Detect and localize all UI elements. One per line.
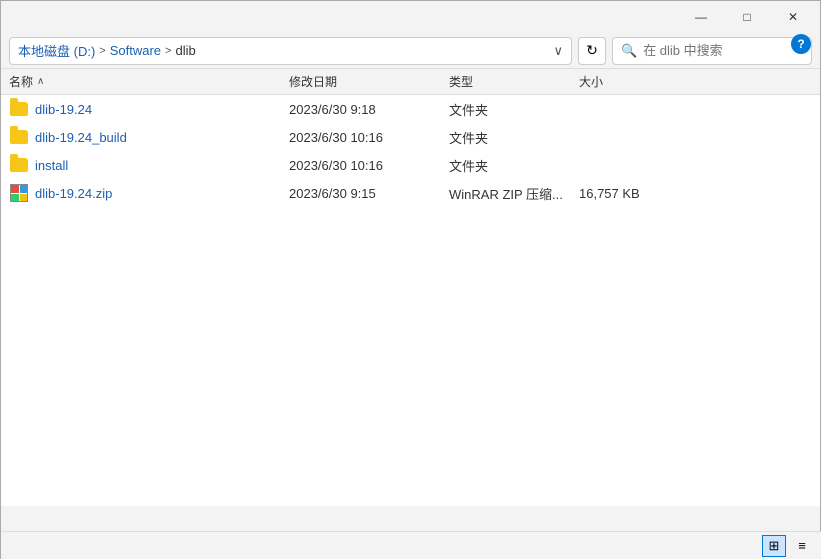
help-button[interactable]: ? (791, 34, 811, 54)
folder-icon (9, 155, 29, 175)
search-area[interactable]: 🔍 (612, 37, 812, 65)
refresh-button[interactable]: ↻ (578, 37, 606, 65)
sort-arrow-icon: ∧ (37, 76, 44, 87)
close-button[interactable]: ✕ (770, 1, 816, 33)
file-date: 2023/6/30 9:15 (289, 186, 449, 201)
file-name: dlib-19.24_build (35, 130, 289, 145)
folder-icon (9, 127, 29, 147)
col-size-label: 大小 (579, 75, 603, 89)
table-row[interactable]: install 2023/6/30 10:16 文件夹 (1, 151, 820, 179)
addressbar: 本地磁盘 (D:) > Software > dlib ∨ ↻ 🔍 (1, 33, 820, 69)
file-type: 文件夹 (449, 100, 579, 119)
table-row[interactable]: dlib-19.24 2023/6/30 9:18 文件夹 (1, 95, 820, 123)
breadcrumb-dlib: dlib (175, 43, 195, 58)
search-input[interactable] (643, 43, 803, 58)
col-name-header[interactable]: 名称 ∧ (9, 73, 289, 90)
breadcrumb-drive[interactable]: 本地磁盘 (D:) (18, 41, 95, 60)
file-type: WinRAR ZIP 压缩... (449, 184, 579, 203)
zip-icon (9, 183, 29, 203)
breadcrumb-sep2: > (165, 45, 171, 57)
file-date: 2023/6/30 10:16 (289, 158, 449, 173)
statusbar: ⊞ ≡ (1, 531, 821, 559)
file-date: 2023/6/30 10:16 (289, 130, 449, 145)
breadcrumb-sep1: > (99, 45, 105, 57)
column-headers: 名称 ∧ 修改日期 类型 大小 (1, 69, 820, 95)
minimize-button[interactable]: — (678, 1, 724, 33)
grid-view-button[interactable]: ⊞ (762, 535, 786, 557)
search-icon: 🔍 (621, 43, 637, 59)
file-name: install (35, 158, 289, 173)
table-row[interactable]: dlib-19.24.zip 2023/6/30 9:15 WinRAR ZIP… (1, 179, 820, 207)
breadcrumb-software[interactable]: Software (110, 43, 161, 58)
file-type: 文件夹 (449, 128, 579, 147)
folder-icon (9, 99, 29, 119)
table-row[interactable]: dlib-19.24_build 2023/6/30 10:16 文件夹 (1, 123, 820, 151)
col-date-label: 修改日期 (289, 75, 337, 89)
col-type-header[interactable]: 类型 (449, 73, 579, 90)
file-name: dlib-19.24 (35, 102, 289, 117)
file-list: dlib-19.24 2023/6/30 9:18 文件夹 dlib-19.24… (1, 95, 820, 506)
maximize-button[interactable]: □ (724, 1, 770, 33)
file-size: 16,757 KB (579, 186, 679, 201)
titlebar: — □ ✕ (1, 1, 820, 33)
col-name-label: 名称 (9, 73, 33, 90)
chevron-down-icon[interactable]: ∨ (553, 43, 563, 59)
list-view-button[interactable]: ≡ (790, 535, 814, 557)
col-size-header[interactable]: 大小 (579, 73, 679, 90)
breadcrumb[interactable]: 本地磁盘 (D:) > Software > dlib ∨ (9, 37, 572, 65)
main-content: 名称 ∧ 修改日期 类型 大小 dlib-19.24 2023/6/30 9:1… (1, 69, 820, 506)
file-date: 2023/6/30 9:18 (289, 102, 449, 117)
file-type: 文件夹 (449, 156, 579, 175)
col-type-label: 类型 (449, 75, 473, 89)
file-name: dlib-19.24.zip (35, 186, 289, 201)
col-date-header[interactable]: 修改日期 (289, 73, 449, 90)
